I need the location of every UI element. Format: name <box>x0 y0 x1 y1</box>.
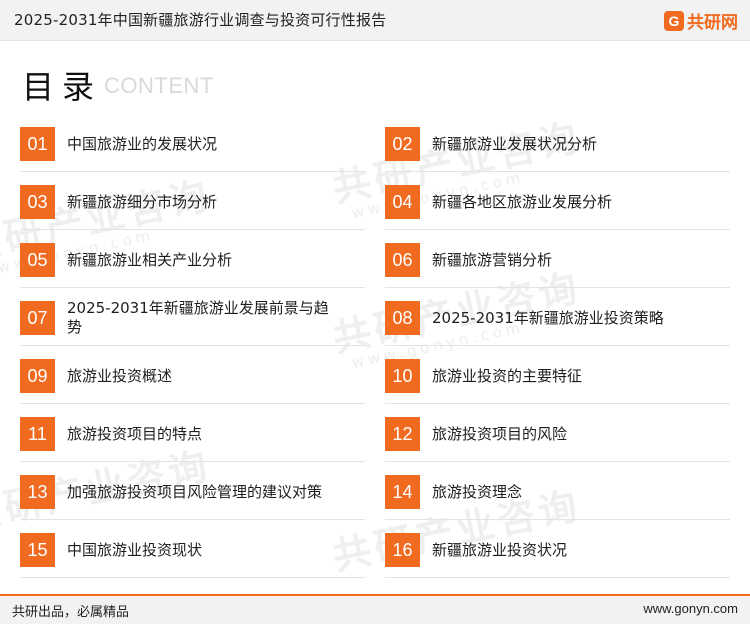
item-label: 旅游投资项目的特点 <box>67 424 203 443</box>
item-label: 旅游业投资概述 <box>67 366 173 385</box>
toc-subtitle: CONTENT <box>104 73 214 98</box>
item-label: 中国旅游业的发展状况 <box>67 134 218 153</box>
item-label: 旅游投资项目的风险 <box>432 424 568 443</box>
toc-item[interactable]: 11 旅游投资项目的特点 <box>20 414 365 462</box>
brand-logo-icon: G <box>664 10 684 31</box>
toc-item[interactable]: 15 中国旅游业投资现状 <box>20 530 365 578</box>
item-number: 09 <box>20 359 55 393</box>
report-title: 2025-2031年中国新疆旅游行业调查与投资可行性报告 <box>14 11 387 29</box>
brand: G 共研网 <box>664 8 738 33</box>
toc-item[interactable]: 13 加强旅游投资项目风险管理的建议对策 <box>20 472 365 520</box>
footer-slogan: 共研出品，必属精品 <box>12 605 130 620</box>
item-label: 旅游投资理念 <box>432 482 523 501</box>
item-number: 08 <box>385 301 420 335</box>
footer-url: www.gonyn.com <box>643 601 738 616</box>
toc-item[interactable]: 06 新疆旅游营销分析 <box>385 240 730 288</box>
item-label: 新疆旅游营销分析 <box>432 250 553 269</box>
toc-title: 目录 <box>22 68 103 106</box>
toc-item[interactable]: 05 新疆旅游业相关产业分析 <box>20 240 365 288</box>
item-number: 01 <box>20 127 55 161</box>
item-number: 06 <box>385 243 420 277</box>
item-number: 14 <box>385 475 420 509</box>
item-number: 12 <box>385 417 420 451</box>
item-label: 新疆旅游业相关产业分析 <box>67 250 233 269</box>
header-bar: 2025-2031年中国新疆旅游行业调查与投资可行性报告 G 共研网 <box>0 0 750 41</box>
toc-item[interactable]: 08 2025-2031年新疆旅游业投资策略 <box>385 298 730 346</box>
item-number: 13 <box>20 475 55 509</box>
toc-item[interactable]: 07 2025-2031年新疆旅游业发展前景与趋势 <box>20 298 365 346</box>
item-label: 2025-2031年新疆旅游业投资策略 <box>432 308 664 327</box>
toc-item[interactable]: 01 中国旅游业的发展状况 <box>20 124 365 172</box>
item-label: 新疆旅游细分市场分析 <box>67 192 218 211</box>
item-label: 旅游业投资的主要特征 <box>432 366 583 385</box>
brand-name: 共研网 <box>687 13 738 33</box>
item-number: 07 <box>20 301 55 335</box>
toc-item[interactable]: 14 旅游投资理念 <box>385 472 730 520</box>
item-number: 04 <box>385 185 420 219</box>
item-number: 10 <box>385 359 420 393</box>
toc-item[interactable]: 16 新疆旅游业投资状况 <box>385 530 730 578</box>
item-number: 05 <box>20 243 55 277</box>
toc-item[interactable]: 04 新疆各地区旅游业发展分析 <box>385 182 730 230</box>
item-label: 中国旅游业投资现状 <box>67 540 203 559</box>
toc-item[interactable]: 09 旅游业投资概述 <box>20 356 365 404</box>
toc-item[interactable]: 02 新疆旅游业发展状况分析 <box>385 124 730 172</box>
item-label: 新疆各地区旅游业发展分析 <box>432 192 613 211</box>
footer-bar: 共研出品，必属精品 www.gonyn.com <box>0 594 750 624</box>
item-number: 03 <box>20 185 55 219</box>
item-label: 2025-2031年新疆旅游业发展前景与趋势 <box>67 299 329 336</box>
item-number: 02 <box>385 127 420 161</box>
toc-item[interactable]: 03 新疆旅游细分市场分析 <box>20 182 365 230</box>
item-label: 新疆旅游业投资状况 <box>432 540 568 559</box>
toc-item[interactable]: 10 旅游业投资的主要特征 <box>385 356 730 404</box>
toc-item[interactable]: 12 旅游投资项目的风险 <box>385 414 730 462</box>
item-number: 11 <box>20 417 55 451</box>
item-number: 15 <box>20 533 55 567</box>
item-number: 16 <box>385 533 420 567</box>
item-label: 加强旅游投资项目风险管理的建议对策 <box>67 482 323 501</box>
item-label: 新疆旅游业发展状况分析 <box>432 134 598 153</box>
